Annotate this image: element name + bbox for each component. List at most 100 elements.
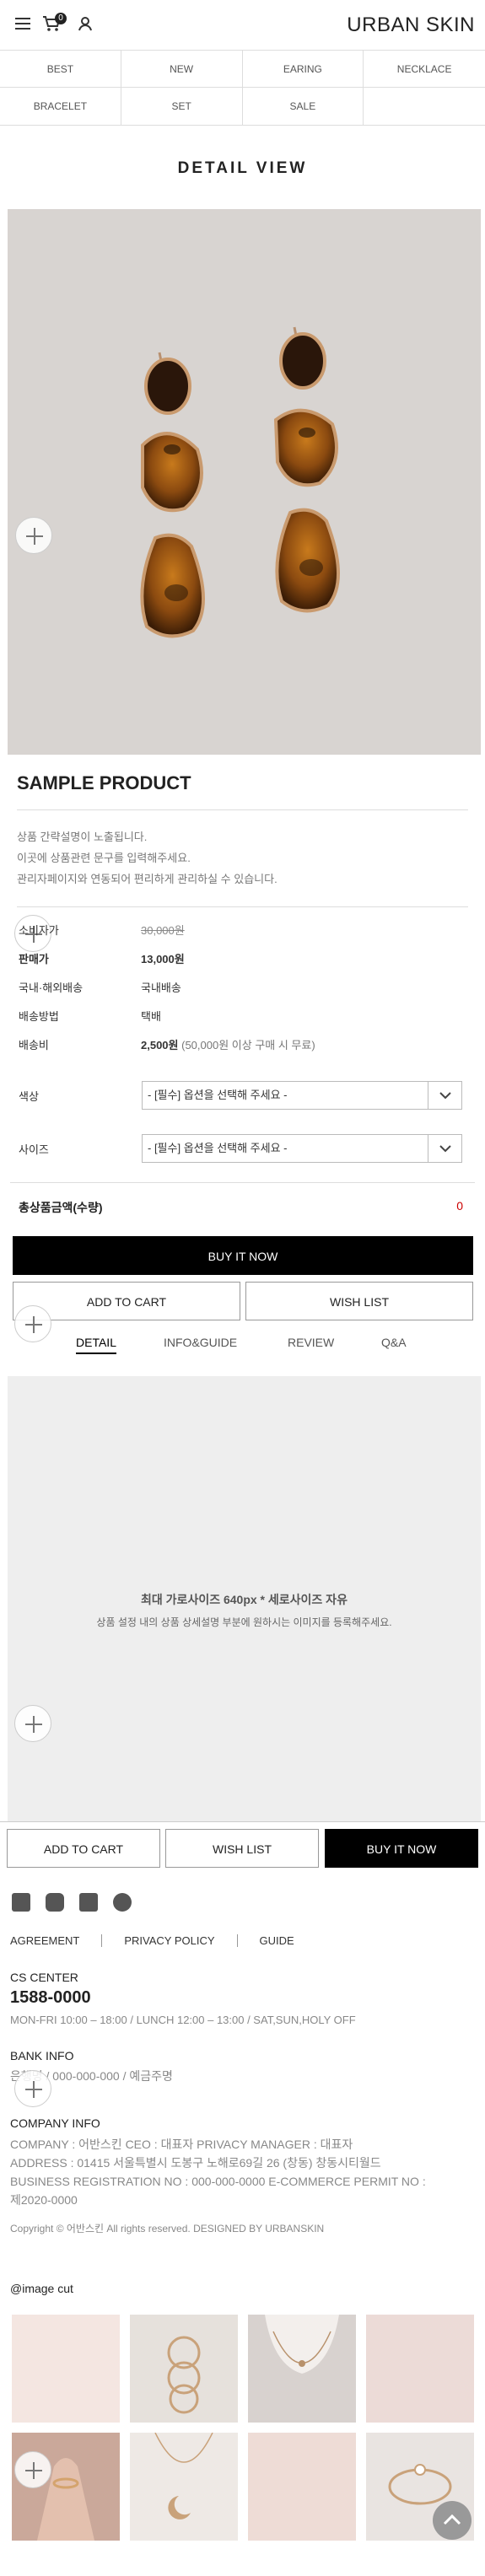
category-set[interactable]: SET (121, 88, 243, 125)
product-name: SAMPLE PRODUCT (17, 772, 191, 793)
cs-hours: MON-FRI 10:00 – 18:00 / LUNCH 12:00 – 13… (10, 2014, 356, 2026)
shipping-fee-note: (50,000원 이상 구매 시 무료) (181, 1039, 315, 1051)
earring-illustration (8, 209, 481, 755)
moon-pendant-illustration (154, 2432, 213, 2520)
placeholder-text: 상품 설정 내의 상품 상세설명 부분에 원하시는 이미지를 등록해주세요. (96, 1616, 392, 1628)
info-row-retail-price: 소비자가 30,000원 (19, 922, 315, 950)
description-line: 관리자페이지와 연동되어 편리하게 관리하실 수 있습니다. (17, 873, 278, 885)
info-row-shipping-region: 국내·해외배송 국내배송 (19, 979, 315, 1008)
company-info: COMPANY : 어반스킨 CEO : 대표자 PRIVACY MANAGER… (10, 2135, 478, 2209)
bottom-wish-list-button[interactable]: WISH LIST (165, 1829, 319, 1868)
user-icon[interactable] (78, 16, 93, 31)
divider (17, 906, 468, 907)
wish-list-button[interactable]: WISH LIST (245, 1282, 473, 1320)
category-bracelet[interactable]: BRACELET (0, 88, 121, 125)
gallery-image[interactable] (366, 2315, 474, 2423)
bottom-add-to-cart-button[interactable]: ADD TO CART (7, 1829, 160, 1868)
company-info-title: COMPANY INFO (10, 2116, 100, 2130)
zoom-plus-button[interactable] (14, 2451, 51, 2488)
detail-image-placeholder: 최대 가로사이즈 640px * 세로사이즈 자유 상품 설정 내의 상품 상세… (8, 1376, 481, 1821)
zoom-plus-button[interactable] (14, 2070, 51, 2107)
company-line: BUSINESS REGISTRATION NO : 000-000-0000 … (10, 2175, 426, 2188)
total-label: 총상품금액(수량) (19, 1201, 103, 1214)
gallery-image[interactable] (130, 2432, 238, 2541)
placeholder-title: 최대 가로사이즈 640px * 세로사이즈 자유 (141, 1593, 348, 1606)
info-label: 배송방법 (19, 1010, 59, 1023)
bank-info: 은행명 / 000-000-000 / 예금주명 (10, 2069, 173, 2083)
buy-now-button[interactable]: BUY IT NOW (13, 1236, 473, 1275)
category-empty (364, 88, 485, 125)
company-line: COMPANY : 어반스킨 CEO : 대표자 PRIVACY MANAGER… (10, 2138, 353, 2151)
select-value: - [필수] 옵션을 선택해 주세요 - (148, 1089, 288, 1101)
footer-links: AGREEMENT PRIVACY POLICY GUIDE (10, 1934, 316, 1947)
necklace-illustration (265, 2315, 339, 2374)
info-row-sale-price: 판매가 13,000원 (19, 950, 315, 979)
gallery-image[interactable] (130, 2315, 238, 2423)
scroll-top-button[interactable] (433, 2501, 472, 2540)
guide-link[interactable]: GUIDE (236, 1934, 316, 1947)
sale-price: 13,000원 (141, 953, 185, 965)
copyright: Copyright © 어반스킨 All rights reserved. DE… (10, 2223, 325, 2235)
category-best[interactable]: BEST (0, 51, 121, 88)
bottom-action-bar: ADD TO CART WISH LIST BUY IT NOW (0, 1821, 485, 1874)
cart-icon[interactable]: 0 (42, 13, 67, 32)
info-label: 소비자가 (19, 924, 59, 937)
description-line: 이곳에 상품관련 문구를 입력해주세요. (17, 852, 191, 864)
facebook-icon[interactable] (12, 1893, 30, 1912)
cs-center-title: CS CENTER (10, 1971, 78, 1984)
tab-review[interactable]: REVIEW (288, 1336, 334, 1349)
gallery-title: @image cut (10, 2282, 73, 2295)
bank-info-title: BANK INFO (10, 2049, 74, 2062)
product-description: 상품 간략설명이 노출됩니다. 이곳에 상품관련 문구를 입력해주세요. 관리자… (17, 826, 278, 890)
category-necklace[interactable]: NECKLACE (364, 51, 485, 88)
gallery-image[interactable] (248, 2433, 356, 2541)
zoom-plus-button[interactable] (14, 1705, 51, 1742)
product-image (8, 209, 481, 755)
info-row-shipping-fee: 배송비 2,500원 (50,000원 이상 구매 시 무료) (19, 1036, 315, 1065)
chevron-down-icon (428, 1135, 461, 1162)
detail-tabs: DETAIL INFO&GUIDE REVIEW Q&A (0, 1336, 485, 1361)
cart-count-badge: 0 (55, 13, 67, 24)
product-info-table: 소비자가 30,000원 판매가 13,000원 국내·해외배송 국내배송 배송… (19, 922, 315, 1065)
divider (10, 1182, 475, 1183)
retail-price: 30,000원 (141, 924, 185, 937)
category-new[interactable]: NEW (121, 51, 243, 88)
info-label: 배송비 (19, 1039, 49, 1051)
kakao-icon[interactable] (113, 1893, 132, 1912)
category-earing[interactable]: EARING (242, 51, 364, 88)
tab-info-guide[interactable]: INFO&GUIDE (164, 1336, 237, 1349)
menu-icon[interactable] (15, 17, 32, 30)
option-label-size: 사이즈 (19, 1143, 49, 1156)
shipping-fee: 2,500원 (141, 1039, 179, 1051)
company-line: 제2020-0000 (10, 2193, 78, 2207)
rings-illustration (167, 2336, 201, 2414)
company-line: ADDRESS : 01415 서울특별시 도봉구 노해로69길 26 (창동)… (10, 2156, 381, 2170)
cs-phone[interactable]: 1588-0000 (10, 1988, 91, 2008)
tab-qa[interactable]: Q&A (381, 1336, 407, 1349)
category-sale[interactable]: SALE (243, 88, 364, 125)
page-title: DETAIL VIEW (177, 159, 308, 177)
info-row-shipping-method: 배송방법 택배 (19, 1008, 315, 1036)
divider (17, 809, 468, 810)
info-value: 2,500원 (50,000원 이상 구매 시 무료) (141, 1036, 315, 1065)
gallery-image[interactable] (12, 2315, 120, 2423)
size-select[interactable]: - [필수] 옵션을 선택해 주세요 - (142, 1134, 462, 1163)
option-label-color: 색상 (19, 1090, 39, 1103)
instagram-icon[interactable] (46, 1893, 64, 1912)
zoom-plus-button[interactable] (15, 517, 52, 554)
info-value: 국내배송 (141, 981, 181, 994)
header: 0 URBAN SKIN (0, 0, 485, 51)
blog-icon[interactable] (79, 1893, 98, 1912)
gallery-image[interactable] (248, 2315, 356, 2423)
privacy-policy-link[interactable]: PRIVACY POLICY (101, 1934, 236, 1947)
bottom-buy-now-button[interactable]: BUY IT NOW (325, 1829, 478, 1868)
total-value: 0 (456, 1199, 463, 1213)
info-label: 국내·해외배송 (19, 981, 84, 994)
color-select[interactable]: - [필수] 옵션을 선택해 주세요 - (142, 1081, 462, 1110)
tab-detail[interactable]: DETAIL (76, 1336, 116, 1354)
agreement-link[interactable]: AGREEMENT (10, 1934, 101, 1947)
brand-logo[interactable]: URBAN SKIN (347, 13, 475, 37)
select-value: - [필수] 옵션을 선택해 주세요 - (148, 1142, 288, 1154)
chevron-down-icon (428, 1082, 461, 1109)
info-label: 판매가 (19, 953, 49, 965)
